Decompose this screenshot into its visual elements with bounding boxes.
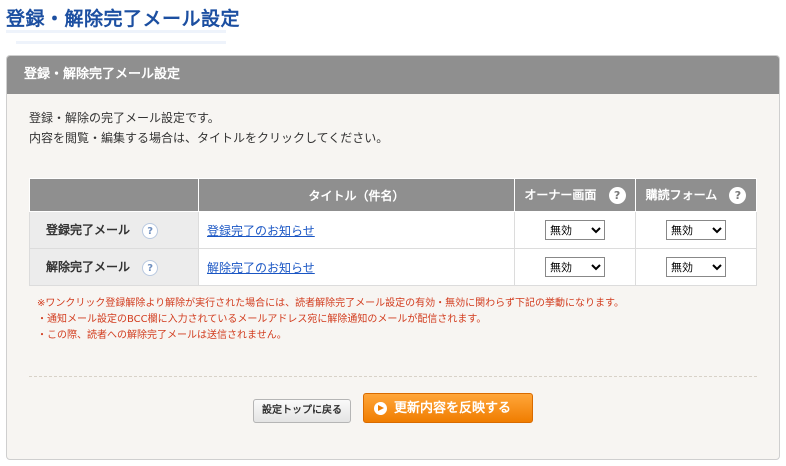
intro-line-2: 内容を閲覧・編集する場合は、タイトルをクリックしてください。	[29, 131, 389, 145]
register-owner-select[interactable]: 無効 有効	[545, 220, 605, 240]
form-select-cell: 無効 有効	[635, 248, 757, 286]
register-form-select[interactable]: 無効 有効	[666, 220, 726, 240]
divider	[29, 376, 757, 377]
owner-select-cell: 無効 有効	[514, 248, 636, 286]
unsubscribe-owner-select[interactable]: 無効 有効	[545, 257, 605, 277]
intro-text: 登録・解除の完了メール設定です。 内容を閲覧・編集する場合は、タイトルをクリック…	[29, 108, 388, 148]
row-label-unsubscribe: 解除完了メール ?	[29, 248, 199, 286]
back-to-settings-button[interactable]: 設定トップに戻る	[253, 399, 351, 423]
title-cell: 解除完了のお知らせ	[198, 248, 515, 286]
help-icon[interactable]: ?	[142, 222, 159, 239]
notice-text: ※ワンクリック登録解除より解除が実行された場合には、読者解除完了メール設定の有効…	[37, 296, 624, 344]
faded-subtitle	[6, 30, 406, 52]
row-label-register: 登録完了メール ?	[29, 211, 199, 249]
panel-header: 登録・解除完了メール設定	[7, 56, 779, 94]
table-row: 登録完了メール ? 登録完了のお知らせ 無効 有効 無効 有効	[29, 211, 757, 249]
notice-line-3: ・この際、読者への解除完了メールは送信されません。	[37, 330, 287, 341]
form-select-cell: 無効 有効	[635, 211, 757, 249]
unsubscribe-mail-title-link[interactable]: 解除完了のお知らせ	[207, 261, 315, 275]
settings-panel: 登録・解除完了メール設定 登録・解除の完了メール設定です。 内容を閲覧・編集する…	[6, 55, 780, 460]
table-row: 解除完了メール ? 解除完了のお知らせ 無効 有効 無効 有効	[29, 248, 757, 286]
header-owner: オーナー画面 ?	[514, 178, 636, 212]
register-mail-title-link[interactable]: 登録完了のお知らせ	[207, 224, 315, 238]
page-title: 登録・解除完了メール設定	[6, 8, 241, 30]
play-icon	[374, 402, 387, 415]
notice-line-1: ※ワンクリック登録解除より解除が実行された場合には、読者解除完了メール設定の有効…	[37, 298, 624, 309]
owner-select-cell: 無効 有効	[514, 211, 636, 249]
help-icon[interactable]: ?	[608, 187, 626, 204]
notice-line-2: ・通知メール設定のBCC欄に入力されているメールアドレス宛に解除通知のメールが配…	[37, 314, 487, 325]
header-empty	[29, 178, 199, 212]
title-cell: 登録完了のお知らせ	[198, 211, 515, 249]
apply-changes-button[interactable]: 更新内容を反映する	[363, 393, 533, 423]
help-icon[interactable]: ?	[142, 259, 159, 276]
intro-line-1: 登録・解除の完了メール設定です。	[29, 111, 220, 125]
unsubscribe-form-select[interactable]: 無効 有効	[666, 257, 726, 277]
mail-settings-table: タイトル（件名） オーナー画面 ? 購読フォーム ? 登録完了メール ? 登録完…	[29, 178, 757, 286]
header-form: 購読フォーム ?	[635, 178, 757, 212]
table-header-row: タイトル（件名） オーナー画面 ? 購読フォーム ?	[29, 178, 757, 212]
header-title: タイトル（件名）	[198, 178, 515, 212]
apply-button-label: 更新内容を反映する	[394, 401, 512, 416]
help-icon[interactable]: ?	[729, 187, 747, 204]
